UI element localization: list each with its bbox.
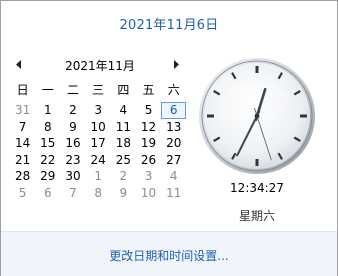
calendar-day[interactable]: 4 [111, 102, 136, 119]
calendar-day[interactable]: 11 [161, 185, 186, 202]
next-month-button[interactable] [168, 56, 186, 74]
calendar-day[interactable]: 31 [10, 102, 35, 119]
calendar-days-grid: 31 1 2 3 4 5 6 7 8 9 10 11 12 13 14 15 16 17 18 19 20 21 22 23 2… [10, 102, 187, 202]
calendar-day[interactable]: 6 [35, 185, 60, 202]
calendar-day[interactable]: 12 [136, 119, 161, 136]
calendar-day[interactable]: 13 [161, 119, 186, 136]
calendar-day[interactable]: 8 [35, 119, 60, 136]
calendar-day[interactable]: 7 [10, 119, 35, 136]
calendar-day[interactable]: 5 [10, 185, 35, 202]
calendar-day[interactable]: 2 [60, 102, 85, 119]
weekday-label: 星期六 [238, 209, 275, 223]
analog-clock [199, 58, 315, 174]
digital-time: 12:34:27 [230, 181, 284, 195]
calendar-day[interactable]: 5 [136, 102, 161, 119]
calendar-day[interactable]: 10 [136, 185, 161, 202]
calendar-day[interactable]: 18 [111, 135, 136, 152]
weekday-header: 五 [142, 83, 155, 97]
calendar-day[interactable]: 11 [111, 119, 136, 136]
calendar-day[interactable]: 21 [10, 152, 35, 169]
calendar-day[interactable]: 22 [35, 152, 60, 169]
calendar-day[interactable]: 1 [35, 102, 60, 119]
calendar-day[interactable]: 19 [136, 135, 161, 152]
calendar-day[interactable]: 16 [60, 135, 85, 152]
calendar-day[interactable]: 29 [35, 168, 60, 185]
long-date-link[interactable]: 2021年11月6日 [1, 14, 337, 33]
calendar-day[interactable]: 8 [86, 185, 111, 202]
calendar-day-today[interactable]: 6 [161, 102, 187, 119]
calendar-day[interactable]: 26 [136, 152, 161, 169]
calendar-day[interactable]: 24 [86, 152, 111, 169]
calendar-day[interactable]: 15 [35, 135, 60, 152]
month-title[interactable]: 2021年11月 [32, 57, 168, 74]
clock-center-pin [254, 113, 260, 119]
calendar-day[interactable]: 20 [161, 135, 186, 152]
weekday-header: 一 [41, 83, 54, 97]
calendar-day[interactable]: 30 [60, 168, 85, 185]
triangle-right-icon [174, 60, 179, 69]
calendar-day[interactable]: 25 [111, 152, 136, 169]
footer-bar: 更改日期和时间设置... [1, 231, 337, 276]
change-date-time-settings-link[interactable]: 更改日期和时间设置... [1, 247, 337, 264]
previous-month-button[interactable] [10, 56, 28, 74]
weekday-header: 日 [16, 83, 29, 97]
calendar-day[interactable]: 23 [60, 152, 85, 169]
calendar-day[interactable]: 4 [161, 168, 186, 185]
weekday-header: 六 [167, 83, 180, 97]
calendar-day[interactable]: 9 [60, 119, 85, 136]
calendar-day[interactable]: 28 [10, 168, 35, 185]
weekday-header: 四 [117, 83, 130, 97]
calendar-day[interactable]: 3 [136, 168, 161, 185]
date-time-flyout: 2021年11月6日 2021年11月 日一二三四五六 31 1 2 3 4 5 6 7 8 9 1… [0, 0, 338, 276]
calendar-day[interactable]: 7 [60, 185, 85, 202]
calendar-day[interactable]: 9 [111, 185, 136, 202]
calendar-day[interactable]: 14 [10, 135, 35, 152]
triangle-left-icon [16, 60, 21, 69]
calendar-day[interactable]: 27 [161, 152, 186, 169]
weekday-header: 二 [66, 83, 79, 97]
calendar-day[interactable]: 17 [86, 135, 111, 152]
calendar-day[interactable]: 1 [86, 168, 111, 185]
weekday-header-row: 日一二三四五六 [10, 82, 186, 98]
calendar-day[interactable]: 2 [111, 168, 136, 185]
calendar-day[interactable]: 3 [86, 102, 111, 119]
weekday-header: 三 [92, 83, 105, 97]
calendar-day[interactable]: 10 [86, 119, 111, 136]
